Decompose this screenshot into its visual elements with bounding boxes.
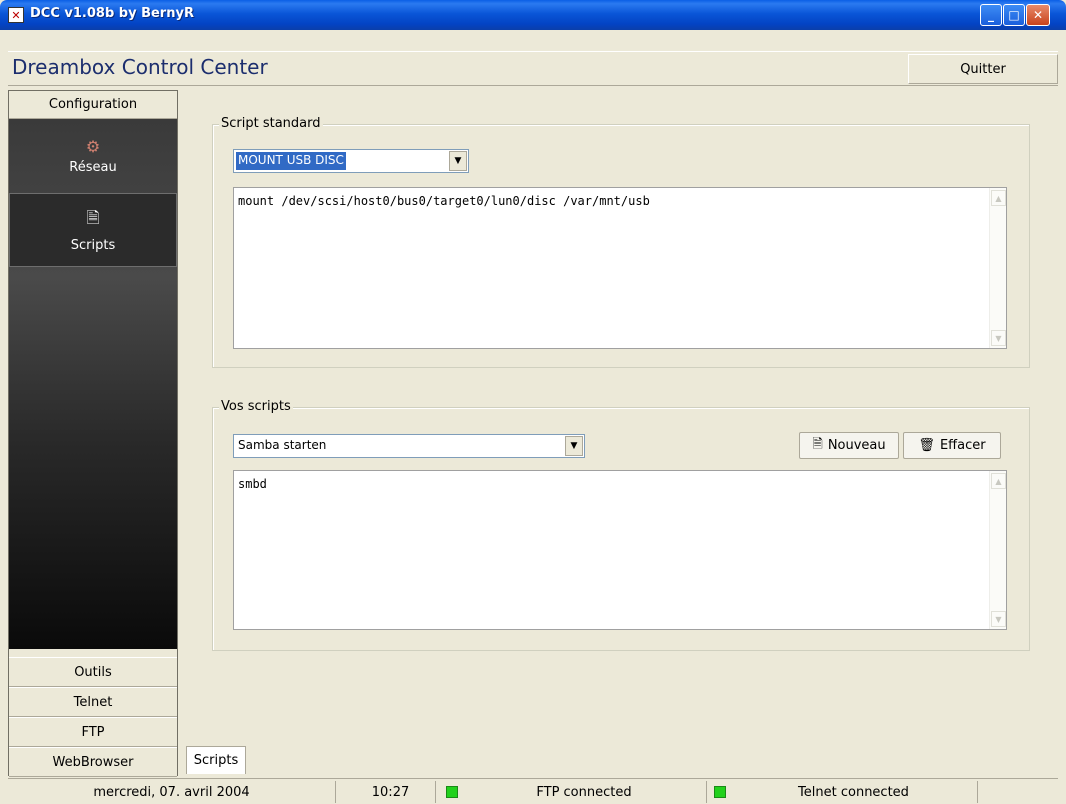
scrollbar[interactable]: ▲ ▼ [989, 471, 1006, 629]
quit-button[interactable]: Quitter [908, 54, 1058, 84]
status-bar: mercredi, 07. avril 2004 10:27 FTP conne… [8, 778, 1058, 804]
sidebar-item-label: Réseau [69, 160, 117, 175]
new-script-button[interactable]: 🗎 Nouveau [799, 432, 899, 459]
telnet-status-led [714, 786, 726, 798]
new-script-label: Nouveau [827, 438, 886, 453]
maximize-button[interactable]: □ [1003, 4, 1025, 26]
main-panel: Script standard MOUNT USB DISC ▼ mount /… [178, 90, 1058, 776]
sidebar-panel: ⚙ Réseau 🗎 Scripts [9, 119, 177, 649]
scroll-down-icon[interactable]: ▼ [991, 330, 1006, 346]
standard-script-textarea[interactable]: mount /dev/scsi/host0/bus0/target0/lun0/… [233, 187, 1007, 349]
user-scripts-group: Vos scripts Samba starten ▼ 🗎 Nouveau 🗑 … [212, 399, 1030, 651]
standard-script-select[interactable]: MOUNT USB DISC ▼ [233, 149, 469, 173]
standard-script-group: Script standard MOUNT USB DISC ▼ mount /… [212, 116, 1030, 368]
minimize-button[interactable]: _ [980, 4, 1002, 26]
close-icon: ✕ [1032, 8, 1044, 22]
sidebar-configuration-button[interactable]: Configuration [9, 91, 177, 119]
scrollbar[interactable]: ▲ ▼ [989, 188, 1006, 348]
app-title: Dreambox Control Center [12, 55, 268, 79]
window-title: DCC v1.08b by BernyR [30, 6, 194, 21]
sidebar-item-reseau[interactable]: ⚙ Réseau [9, 119, 177, 193]
scroll-up-icon[interactable]: ▲ [991, 473, 1006, 489]
user-script-textarea[interactable]: smbd ▲ ▼ [233, 470, 1007, 630]
delete-script-label: Effacer [939, 438, 986, 453]
app-icon[interactable]: ✕ [8, 7, 24, 23]
close-button[interactable]: ✕ [1026, 4, 1050, 26]
standard-script-selected: MOUNT USB DISC [236, 152, 346, 170]
status-time: 10:27 [346, 781, 436, 803]
user-script-selected: Samba starten [238, 438, 327, 452]
chevron-down-icon[interactable]: ▼ [449, 151, 467, 171]
user-scripts-legend: Vos scripts [219, 399, 293, 414]
sidebar-item-scripts[interactable]: 🗎 Scripts [9, 193, 177, 267]
document-icon: 🗎 [86, 208, 100, 227]
chevron-down-icon[interactable]: ▼ [565, 436, 583, 456]
user-script-select[interactable]: Samba starten ▼ [233, 434, 585, 458]
scroll-down-icon[interactable]: ▼ [991, 611, 1006, 627]
standard-script-legend: Script standard [219, 116, 323, 131]
scroll-up-icon[interactable]: ▲ [991, 190, 1006, 206]
ftp-status-led [446, 786, 458, 798]
telnet-status: Telnet connected [730, 781, 978, 803]
standard-script-content: mount /dev/scsi/host0/bus0/target0/lun0/… [238, 194, 650, 208]
tab-scripts[interactable]: Scripts [186, 746, 246, 774]
sidebar: Configuration ⚙ Réseau 🗎 Scripts Outils … [8, 90, 178, 777]
new-document-icon: 🗎 [812, 436, 823, 452]
ftp-status: FTP connected [462, 781, 707, 803]
title-bar: ✕ DCC v1.08b by BernyR _ □ ✕ [0, 0, 1066, 30]
user-script-content: smbd [238, 477, 267, 491]
sidebar-outils-button[interactable]: Outils [9, 657, 177, 687]
trash-icon: 🗑 [918, 438, 935, 453]
status-empty [983, 781, 1053, 803]
status-date: mercredi, 07. avril 2004 [8, 781, 336, 803]
sidebar-webbrowser-button[interactable]: WebBrowser [9, 747, 177, 777]
minimize-icon: _ [988, 8, 994, 22]
sidebar-ftp-button[interactable]: FTP [9, 717, 177, 747]
network-icon: ⚙ [85, 137, 101, 156]
sidebar-telnet-button[interactable]: Telnet [9, 687, 177, 717]
app-header: Dreambox Control Center Quitter [8, 51, 1058, 86]
maximize-icon: □ [1008, 8, 1020, 22]
sidebar-item-label: Scripts [70, 238, 116, 253]
delete-script-button[interactable]: 🗑 Effacer [903, 432, 1001, 459]
